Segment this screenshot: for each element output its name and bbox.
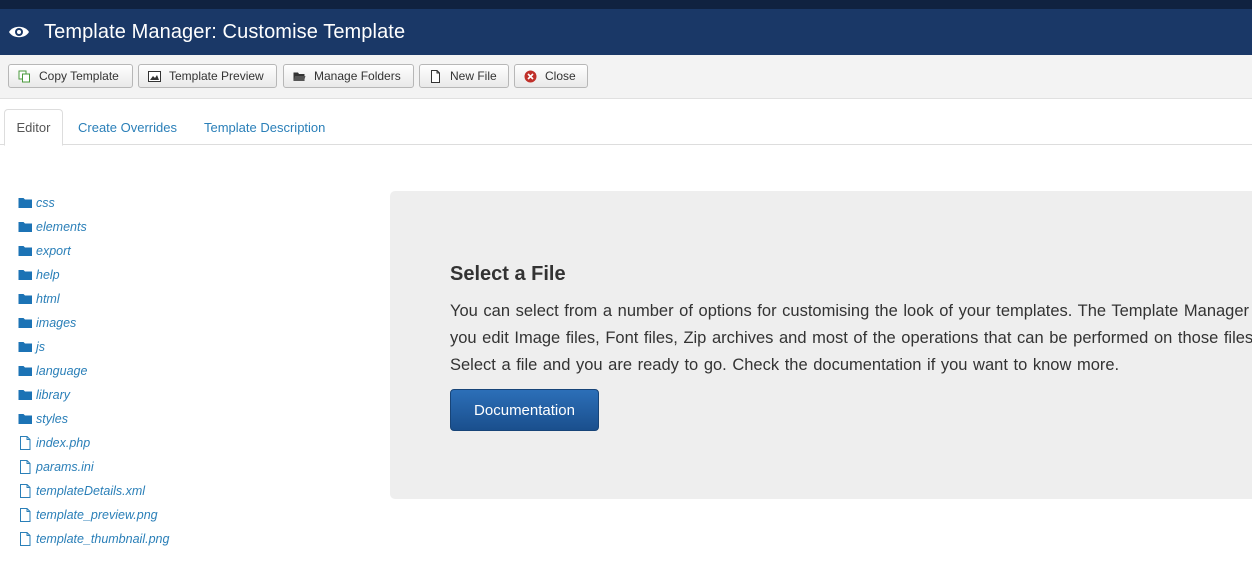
folder-icon [18,316,33,330]
tree-item-label: styles [36,412,68,426]
tree-folder-item[interactable]: images [18,311,169,335]
tree-item-label: html [36,292,60,306]
close-icon [524,70,537,83]
new-file-label: New File [450,69,497,83]
file-icon [18,508,33,522]
tree-file-item[interactable]: template_thumbnail.png [18,527,169,551]
tree-folder-item[interactable]: css [18,191,169,215]
copy-template-button[interactable]: Copy Template [8,64,133,88]
folder-icon [18,196,33,210]
tree-item-label: js [36,340,46,354]
folder-icon [18,364,33,378]
tree-folder-item[interactable]: elements [18,215,169,239]
manage-folders-button[interactable]: Manage Folders [283,64,414,88]
copy-icon [18,70,31,83]
file-tree: css elements export help html images js languag… [18,191,169,551]
tree-item-label: images [36,316,77,330]
tree-folder-item[interactable]: library [18,383,169,407]
folder-icon [18,388,33,402]
tree-item-label: export [36,244,71,258]
toolbar: Copy Template Template Preview Manage Fo… [0,55,1252,99]
tab-bar: Editor Create Overrides Template Descrip… [0,99,1252,146]
top-strip [0,0,1252,9]
select-file-panel: Select a File You can select from a numb… [390,191,1252,499]
file-icon [429,69,442,83]
folder-icon [18,244,33,258]
tree-file-item[interactable]: templateDetails.xml [18,479,169,503]
documentation-button[interactable]: Documentation [450,389,599,431]
template-preview-button[interactable]: Template Preview [138,64,277,88]
file-icon [18,460,33,474]
tree-item-label: language [36,364,88,378]
tree-folder-item[interactable]: html [18,287,169,311]
tree-folder-item[interactable]: styles [18,407,169,431]
tab-create-overrides[interactable]: Create Overrides [78,109,177,145]
tree-item-label: help [36,268,60,282]
tab-template-description[interactable]: Template Description [204,109,325,145]
tree-folder-item[interactable]: export [18,239,169,263]
manage-folders-label: Manage Folders [314,69,401,83]
panel-heading: Select a File [450,263,566,285]
template-preview-label: Template Preview [169,69,264,83]
tree-item-label: css [36,196,55,210]
tree-item-label: index.php [36,436,91,450]
tree-item-label: template_preview.png [36,508,158,522]
close-label: Close [545,69,576,83]
copy-template-label: Copy Template [39,69,119,83]
page-title: Template Manager: Customise Template [44,20,406,43]
tree-file-item[interactable]: index.php [18,431,169,455]
image-icon [148,70,161,83]
tree-item-label: elements [36,220,87,234]
tree-file-item[interactable]: template_preview.png [18,503,169,527]
tree-file-item[interactable]: params.ini [18,455,169,479]
tree-item-label: template_thumbnail.png [36,532,170,546]
new-file-button[interactable]: New File [419,64,509,88]
tree-folder-item[interactable]: js [18,335,169,359]
tree-folder-item[interactable]: language [18,359,169,383]
close-button[interactable]: Close [514,64,588,88]
file-icon [18,532,33,546]
folder-open-icon [293,70,306,83]
file-icon [18,436,33,450]
eye-icon [8,24,30,40]
folder-icon [18,340,33,354]
folder-icon [18,292,33,306]
tab-editor[interactable]: Editor [4,109,63,146]
tree-item-label: params.ini [36,460,94,474]
folder-icon [18,412,33,426]
tree-item-label: templateDetails.xml [36,484,146,498]
tree-folder-item[interactable]: help [18,263,169,287]
panel-description: You can select from a number of options … [450,302,1252,374]
tree-item-label: library [36,388,71,402]
folder-icon [18,268,33,282]
folder-icon [18,220,33,234]
title-bar: Template Manager: Customise Template [0,9,1252,55]
file-icon [18,484,33,498]
